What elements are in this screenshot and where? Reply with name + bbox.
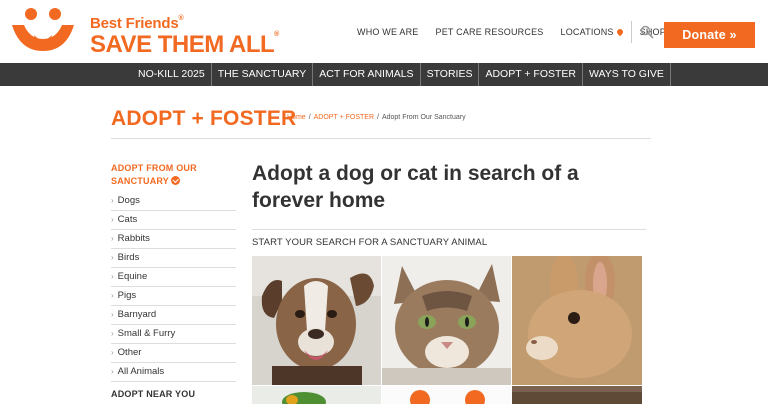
sidebar-heading-line1: ADOPT FROM OUR [111, 163, 197, 173]
sidebar-item-label: All Animals [117, 366, 165, 377]
rabbit-photo [512, 256, 642, 385]
sidebar-item-pigs[interactable]: › Pigs [111, 287, 236, 306]
check-circle-icon [170, 176, 180, 185]
cat-photo [382, 256, 511, 385]
sidebar-item-cats[interactable]: › Cats [111, 211, 236, 230]
sidebar-heading-adopt-near-you[interactable]: ADOPT NEAR YOU [111, 389, 195, 399]
breadcrumb-current: Adopt From Our Sanctuary [381, 114, 466, 121]
pig-photo [382, 386, 511, 404]
logo-tagline-big: SAVE THEM ALL® [90, 31, 279, 58]
chevron-right-icon: › [111, 253, 114, 262]
sidebar-list: › Dogs › Cats › Rabbits › Birds › Equine › Pig… [111, 192, 236, 382]
sidebar-item-rabbits[interactable]: › Rabbits [111, 230, 236, 249]
tile-dogs[interactable] [252, 256, 381, 385]
sidebar-item-label: Dogs [117, 195, 140, 206]
sidebar-item-label: Rabbits [117, 233, 150, 244]
chevron-right-icon: › [111, 234, 114, 243]
site-header: Best Friends® SAVE THEM ALL® WHO WE ARE … [0, 0, 768, 63]
sidebar-item-label: Pigs [117, 290, 137, 301]
sidebar-item-birds[interactable]: › Birds [111, 249, 236, 268]
chevron-right-icon: › [111, 367, 114, 376]
main-nav-act-for-animals[interactable]: ACT FOR ANIMALS [312, 63, 419, 86]
breadcrumb-separator: / [377, 114, 379, 121]
tile-equine[interactable] [512, 386, 642, 404]
header-divider [631, 21, 632, 43]
breadcrumb: Home / ADOPT + FOSTER / Adopt From Our Sanct… [287, 114, 466, 121]
main-nav-ways-to-give[interactable]: WAYS TO GIVE [582, 63, 671, 86]
logo-tagline-small: Best Friends® [90, 15, 184, 32]
main-nav-adopt-foster[interactable]: ADOPT + FOSTER [478, 63, 582, 86]
nav-locations[interactable]: LOCATIONS [560, 27, 624, 37]
main-nav-no-kill-2025[interactable]: NO-KILL 2025 [132, 63, 211, 86]
breadcrumb-home[interactable]: Home [287, 114, 306, 121]
breadcrumb-separator: / [308, 114, 311, 121]
chevron-right-icon: › [111, 196, 114, 205]
sidebar-item-equine[interactable]: › Equine [111, 268, 236, 287]
nav-locations-label: LOCATIONS [560, 27, 614, 37]
tile-pigs[interactable] [382, 386, 511, 404]
content-divider [252, 229, 646, 230]
sidebar: ADOPT FROM OUR SANCTUARY › Dogs › Cats › Ra… [111, 162, 236, 382]
map-pin-icon [615, 27, 624, 37]
sidebar-heading[interactable]: ADOPT FROM OUR SANCTUARY [111, 162, 236, 188]
chevron-right-icon: › [111, 310, 114, 319]
sidebar-item-label: Other [117, 347, 142, 358]
sidebar-item-label: Cats [117, 214, 138, 225]
best-friends-logo-icon [12, 8, 74, 51]
sidebar-item-barnyard[interactable]: › Barnyard [111, 306, 236, 325]
main-nav-the-sanctuary[interactable]: THE SANCTUARY [210, 63, 313, 86]
nav-pet-care-resources[interactable]: PET CARE RESOURCES [436, 27, 544, 37]
sidebar-item-dogs[interactable]: › Dogs [111, 192, 236, 211]
search-subheading: START YOUR SEARCH FOR A SANCTUARY ANIMAL [252, 237, 488, 248]
tile-rabbits[interactable] [512, 256, 642, 385]
breadcrumb-adopt-foster[interactable]: ADOPT + FOSTER [314, 114, 374, 121]
tile-birds[interactable] [252, 386, 381, 404]
content-heading: Adopt a dog or cat in search of a foreve… [252, 162, 579, 212]
dog-photo [252, 256, 381, 385]
animal-photo-grid [252, 256, 642, 404]
chevron-right-icon: › [111, 215, 114, 224]
sidebar-item-label: Equine [117, 271, 148, 282]
chevron-right-icon: › [111, 272, 114, 281]
sidebar-item-label: Birds [117, 252, 140, 263]
sidebar-item-all-animals[interactable]: › All Animals [111, 363, 236, 382]
chevron-right-icon: › [111, 348, 114, 357]
chevron-right-icon: › [111, 291, 114, 300]
page-title: ADOPT + FOSTER [111, 107, 297, 130]
main-nav-stories[interactable]: STORIES [419, 63, 479, 86]
horse-photo [512, 386, 642, 404]
tile-cats[interactable] [382, 256, 511, 385]
sidebar-item-label: Barnyard [117, 309, 157, 320]
nav-who-we-are[interactable]: WHO WE ARE [357, 27, 419, 37]
sidebar-item-other[interactable]: › Other [111, 344, 236, 363]
chevron-right-icon: › [111, 329, 114, 338]
title-divider [111, 138, 651, 139]
sidebar-item-label: Small & Furry [117, 328, 176, 339]
search-icon[interactable] [640, 25, 654, 39]
main-nav: NO-KILL 2025 THE SANCTUARY ACT FOR ANIMA… [0, 63, 768, 86]
sidebar-heading-line2: SANCTUARY [111, 176, 169, 186]
bird-photo [252, 386, 381, 404]
sidebar-item-small-furry[interactable]: › Small & Furry [111, 325, 236, 344]
site-logo[interactable]: Best Friends® SAVE THEM ALL® [10, 5, 280, 58]
utility-nav: WHO WE ARE PET CARE RESOURCES LOCATIONS … [357, 27, 683, 37]
donate-button[interactable]: Donate » [664, 22, 755, 48]
